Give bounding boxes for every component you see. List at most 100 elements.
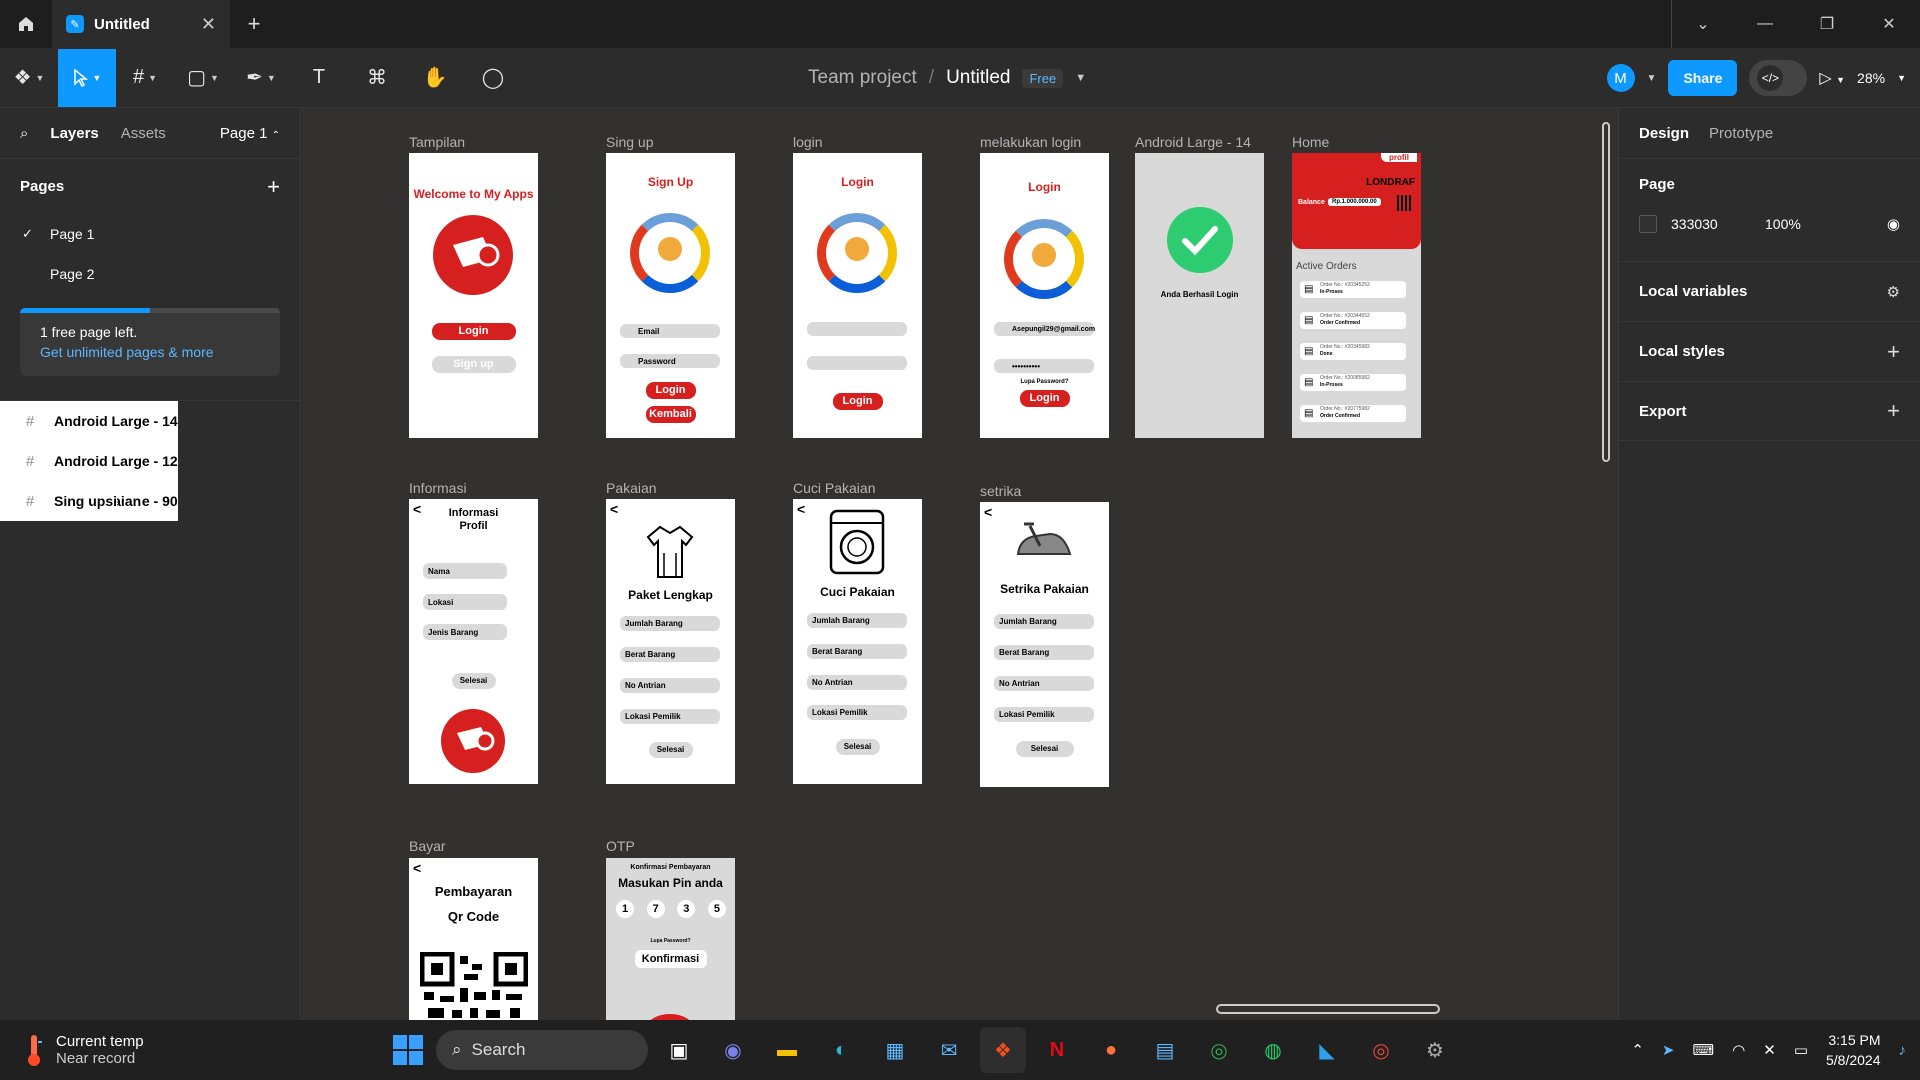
new-tab-button[interactable]: + (230, 11, 278, 37)
plus-icon[interactable]: + (1887, 339, 1900, 365)
quantity-field[interactable]: Jumlah Barang (994, 614, 1094, 629)
weight-field[interactable]: Berat Barang (994, 645, 1094, 660)
otp-digit[interactable]: 1 (616, 900, 634, 918)
notepad-icon[interactable]: ▤ (1142, 1027, 1188, 1073)
done-button[interactable]: Selesai (835, 739, 880, 755)
password-field[interactable]: Password (620, 354, 720, 368)
frame-setrika[interactable]: < Setrika Pakaian Jumlah Barang Berat Ba… (980, 502, 1109, 787)
netflix-icon[interactable]: N (1034, 1027, 1080, 1073)
otp-digit[interactable]: 5 (707, 900, 726, 918)
present-button[interactable]: ▷ ▼ (1819, 68, 1845, 88)
plus-icon[interactable]: + (1887, 398, 1900, 424)
tab-layers[interactable]: Layers (50, 125, 98, 142)
quantity-field[interactable]: Jumlah Barang (620, 616, 720, 631)
weight-field[interactable]: Berat Barang (620, 647, 720, 662)
otp-digit[interactable]: 3 (677, 900, 696, 918)
tab-assets[interactable]: Assets (121, 125, 166, 142)
main-menu-button[interactable]: ❖ ▼ (0, 49, 58, 107)
fill-opacity-input[interactable]: 100% (1765, 216, 1801, 232)
frame-label[interactable]: Sing up (606, 134, 653, 150)
shape-tool-button[interactable]: ▢ ▼ (174, 49, 232, 107)
queue-field[interactable]: No Antrian (994, 676, 1094, 691)
confirm-button[interactable]: Konfirmasi (634, 950, 707, 968)
login-button[interactable]: Login (1019, 390, 1070, 407)
back-icon[interactable]: < (797, 501, 805, 517)
location-icon[interactable]: ➤ (1662, 1041, 1675, 1059)
fill-hex-input[interactable]: 333030 (1671, 216, 1751, 232)
frame-label[interactable]: login (793, 134, 823, 150)
owner-location-field[interactable]: Lokasi Pemilik (994, 707, 1094, 722)
item-type-field[interactable]: Jenis Barang (423, 624, 507, 640)
close-window-icon[interactable]: ✕ (1858, 0, 1920, 48)
order-card[interactable]: ▤ Order No.: #20085982 In-Proses (1300, 374, 1406, 391)
queue-field[interactable]: No Antrian (620, 678, 720, 693)
frame-melakukan-login[interactable]: Login Asepungil29@gmail.com •••••••••• L… (980, 153, 1109, 438)
frame-label[interactable]: Bayar (409, 838, 446, 854)
done-button[interactable]: Selesai (648, 742, 693, 758)
frame-cuci-pakaian[interactable]: < Cuci Pakaian Jumlah Barang Berat Baran… (793, 499, 922, 784)
wifi-icon[interactable]: ◠ (1732, 1041, 1745, 1059)
dev-mode-toggle[interactable]: </> (1749, 60, 1808, 96)
chevron-down-icon[interactable]: ▼ (1647, 73, 1657, 84)
weight-field[interactable]: Berat Barang (807, 644, 907, 659)
frame-login[interactable]: Login Login (793, 153, 922, 438)
frame-android-large-14[interactable]: Anda Berhasil Login (1135, 153, 1264, 438)
avatar[interactable]: M (1606, 64, 1635, 92)
frame-label[interactable]: Cuci Pakaian (793, 480, 876, 496)
chrome-icon[interactable]: ◎ (1196, 1027, 1242, 1073)
text-tool-button[interactable]: T (290, 49, 348, 107)
back-icon[interactable]: < (610, 501, 618, 517)
frame-label[interactable]: OTP (606, 838, 635, 854)
email-field[interactable]: Asepungil29@gmail.com (994, 322, 1095, 336)
frame-bayar[interactable]: < Pembayaran Qr Code (409, 858, 538, 1020)
back-button[interactable]: Kembali (645, 406, 696, 423)
clock[interactable]: 3:15 PM 5/8/2024 (1826, 1030, 1881, 1070)
frame-label[interactable]: melakukan login (980, 134, 1081, 150)
location-field[interactable]: Lokasi (423, 594, 507, 610)
chevron-down-icon[interactable]: ▼ (1897, 73, 1906, 83)
email-field[interactable] (807, 322, 907, 336)
forgot-password-link[interactable]: Lupa Password? (606, 938, 735, 944)
resources-button[interactable]: ⌘ (348, 49, 406, 107)
keyboard-icon[interactable]: ⌨ (1692, 1041, 1714, 1059)
taskbar-search[interactable]: ⌕ Search (436, 1030, 648, 1070)
tab-prototype[interactable]: Prototype (1709, 125, 1773, 142)
forgot-password-link[interactable]: Lupa Password? (980, 379, 1109, 385)
close-tab-icon[interactable]: ✕ (201, 14, 216, 35)
home-button[interactable] (0, 0, 52, 48)
comment-tool-button[interactable]: ◯ (464, 49, 522, 107)
queue-field[interactable]: No Antrian (807, 675, 907, 690)
order-card[interactable]: ▤ Order No.: #20344552 Order Confirmed (1300, 312, 1406, 329)
owner-location-field[interactable]: Lokasi Pemilik (620, 709, 720, 724)
back-icon[interactable]: < (413, 860, 421, 876)
export-row[interactable]: Export + (1619, 381, 1920, 441)
frame-tampilan[interactable]: Welcome to My Apps Login Sign up (409, 153, 538, 438)
add-page-icon[interactable]: + (267, 174, 280, 200)
frame-label[interactable]: Home (1292, 134, 1329, 150)
page-item-2[interactable]: Page 2 (0, 254, 300, 294)
frame-tool-button[interactable]: # ▼ (116, 49, 174, 107)
chevron-down-icon[interactable]: ⌄ (1672, 0, 1734, 48)
plan-badge[interactable]: Free (1022, 68, 1064, 88)
settings-icon[interactable]: ⚙ (1412, 1027, 1458, 1073)
back-icon[interactable]: < (984, 504, 992, 520)
otp-digit[interactable]: 7 (646, 900, 665, 918)
firefox-icon[interactable]: ● (1088, 1027, 1134, 1073)
qr-icon[interactable] (1397, 195, 1413, 211)
eye-icon[interactable]: ◉ (1887, 215, 1900, 233)
frame-label[interactable]: Android Large - 14 (1135, 134, 1251, 150)
frame-label[interactable]: setrika (980, 483, 1021, 499)
zoom-level[interactable]: 28% (1857, 70, 1885, 86)
edge-icon[interactable]: ◐ (818, 1027, 864, 1073)
quantity-field[interactable]: Jumlah Barang (807, 613, 907, 628)
windows-start-icon[interactable] (388, 1030, 428, 1070)
file-tab[interactable]: ✎ Untitled ✕ (52, 0, 230, 48)
pen-tool-button[interactable]: ✒ ▼ (232, 49, 290, 107)
login-button[interactable]: Login (832, 393, 883, 410)
figma-icon[interactable]: ❖ (980, 1027, 1026, 1073)
layer-item[interactable]: # Sing up (0, 481, 106, 521)
chevron-down-icon[interactable]: ▼ (1075, 72, 1086, 84)
frame-label[interactable]: Pakaian (606, 480, 657, 496)
hand-tool-button[interactable]: ✋ (406, 49, 464, 107)
frame-label[interactable]: Informasi (409, 480, 467, 496)
